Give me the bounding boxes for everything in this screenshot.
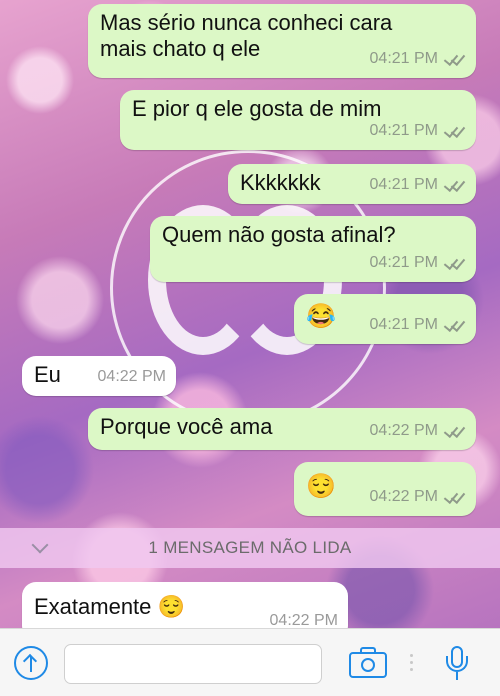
message-bubble[interactable]: Porque você ama 04:22 PM — [88, 408, 476, 450]
read-ticks-icon — [443, 176, 466, 193]
read-ticks-icon — [443, 488, 466, 505]
unread-messages-divider[interactable]: 1 MENSAGEM NÃO LIDA — [0, 528, 500, 568]
message-bubble[interactable]: 😂 04:21 PM — [294, 294, 476, 344]
chevron-down-icon[interactable] — [31, 536, 49, 554]
upload-arrow-icon[interactable] — [14, 646, 48, 680]
message-time: 04:22 PM — [97, 368, 166, 385]
message-time: 04:21 PM — [369, 122, 438, 139]
message-time: 04:21 PM — [369, 176, 438, 193]
unread-label: 1 MENSAGEM NÃO LIDA — [148, 538, 352, 557]
message-bubble[interactable]: Quem não gosta afinal? 04:21 PM — [150, 216, 476, 282]
message-bubble[interactable]: Eu 04:22 PM — [22, 356, 176, 396]
read-ticks-icon — [443, 422, 466, 439]
separator-dots — [410, 654, 413, 675]
message-meta: 04:21 PM — [370, 172, 466, 198]
message-time: 04:21 PM — [369, 254, 438, 271]
message-text: Quem não gosta afinal? — [162, 222, 396, 247]
message-time: 04:22 PM — [369, 488, 438, 505]
read-ticks-icon — [443, 122, 466, 139]
message-bubble[interactable]: E pior q ele gosta de mim 04:21 PM — [120, 90, 476, 150]
camera-icon[interactable] — [349, 647, 387, 678]
microphone-icon[interactable] — [446, 646, 468, 682]
message-bubble[interactable]: Kkkkkkk 04:21 PM — [228, 164, 476, 204]
message-meta: 04:21 PM — [370, 118, 466, 144]
message-time: 04:22 PM — [369, 422, 438, 439]
read-ticks-icon — [443, 254, 466, 271]
message-meta: 04:22 PM — [370, 484, 466, 510]
message-meta: 04:21 PM — [370, 250, 466, 276]
message-meta: 04:21 PM — [370, 312, 466, 338]
read-ticks-icon — [443, 50, 466, 67]
read-ticks-icon — [443, 316, 466, 333]
message-bubble[interactable]: 😌 04:22 PM — [294, 462, 476, 516]
message-meta: 04:22 PM — [98, 364, 166, 390]
message-time: 04:21 PM — [369, 316, 438, 333]
message-input[interactable] — [64, 644, 322, 684]
message-meta: 04:21 PM — [370, 46, 466, 72]
message-meta: 04:22 PM — [370, 418, 466, 444]
message-text: Mas sério nunca conheci cara — [100, 10, 393, 35]
composer-toolbar — [0, 628, 500, 696]
message-bubble[interactable]: Mas sério nunca conheci cara mais chato … — [88, 4, 476, 78]
message-time: 04:21 PM — [369, 50, 438, 67]
